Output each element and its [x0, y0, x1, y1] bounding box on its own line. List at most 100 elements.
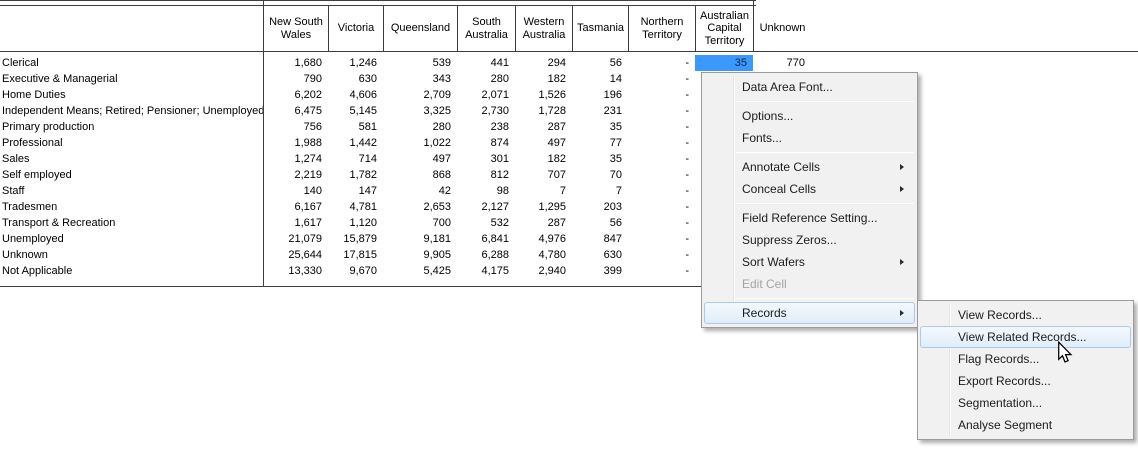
data-cell[interactable]: 9,181	[383, 231, 457, 247]
data-cell[interactable]: 539	[383, 55, 457, 71]
data-cell[interactable]: 2,127	[457, 199, 515, 215]
row-label-independent-means-retired-pensioner-unemployed[interactable]: Independent Means; Retired; Pensioner; U…	[0, 103, 263, 119]
data-cell[interactable]: 2,709	[383, 87, 457, 103]
menu-item-data-area-font[interactable]: Data Area Font...	[704, 76, 915, 98]
menu-item-suppress-zeros[interactable]: Suppress Zeros...	[704, 229, 915, 251]
data-cell[interactable]: 203	[572, 199, 628, 215]
data-cell[interactable]: 1,120	[328, 215, 383, 231]
data-cell[interactable]: -	[628, 151, 695, 167]
column-header-new-south-wales[interactable]: New South Wales	[263, 6, 328, 51]
data-cell[interactable]: 1,246	[328, 55, 383, 71]
menu-item-options[interactable]: Options...	[704, 105, 915, 127]
data-cell[interactable]: 196	[572, 87, 628, 103]
data-cell[interactable]: 15,879	[328, 231, 383, 247]
data-cell[interactable]: 707	[515, 167, 572, 183]
data-cell[interactable]: 343	[383, 71, 457, 87]
data-cell[interactable]: -	[628, 55, 695, 71]
data-cell[interactable]: 56	[572, 55, 628, 71]
data-cell[interactable]: 56	[572, 215, 628, 231]
data-cell[interactable]: 7	[572, 183, 628, 199]
menu-item-view-records[interactable]: View Records...	[920, 304, 1131, 326]
data-cell[interactable]: 847	[572, 231, 628, 247]
data-cell[interactable]: 1,442	[328, 135, 383, 151]
data-cell[interactable]: 497	[515, 135, 572, 151]
data-cell[interactable]: 1,295	[515, 199, 572, 215]
data-cell[interactable]: 714	[328, 151, 383, 167]
data-cell[interactable]: 497	[383, 151, 457, 167]
data-cell[interactable]: 35	[572, 119, 628, 135]
data-cell[interactable]: 280	[457, 71, 515, 87]
data-cell[interactable]: 1,274	[263, 151, 328, 167]
data-cell[interactable]: 25,644	[263, 247, 328, 263]
row-label-executive-managerial[interactable]: Executive & Managerial	[0, 71, 263, 87]
menu-item-conceal-cells[interactable]: Conceal Cells	[704, 178, 915, 200]
data-cell[interactable]: 9,670	[328, 263, 383, 279]
row-label-self-employed[interactable]: Self employed	[0, 167, 263, 183]
row-label-transport-recreation[interactable]: Transport & Recreation	[0, 215, 263, 231]
data-cell[interactable]: 287	[515, 119, 572, 135]
data-cell[interactable]: 182	[515, 71, 572, 87]
data-cell[interactable]: 17,815	[328, 247, 383, 263]
data-cell[interactable]: 70	[572, 167, 628, 183]
data-cell[interactable]: 98	[457, 183, 515, 199]
data-cell[interactable]: -	[628, 103, 695, 119]
data-cell[interactable]: 1,617	[263, 215, 328, 231]
data-cell[interactable]: 2,219	[263, 167, 328, 183]
data-cell[interactable]: 3,325	[383, 103, 457, 119]
data-cell[interactable]: 812	[457, 167, 515, 183]
data-cell[interactable]: 581	[328, 119, 383, 135]
data-cell[interactable]: 4,175	[457, 263, 515, 279]
data-cell[interactable]: 1,526	[515, 87, 572, 103]
data-cell[interactable]: -	[628, 183, 695, 199]
data-cell[interactable]: -	[628, 199, 695, 215]
row-label-sales[interactable]: Sales	[0, 151, 263, 167]
data-cell[interactable]: 2,653	[383, 199, 457, 215]
data-cell[interactable]: -	[628, 71, 695, 87]
menu-item-field-reference-setting[interactable]: Field Reference Setting...	[704, 207, 915, 229]
data-cell[interactable]: 6,841	[457, 231, 515, 247]
data-cell[interactable]: 2,730	[457, 103, 515, 119]
data-cell[interactable]: 6,202	[263, 87, 328, 103]
data-cell[interactable]: 770	[753, 55, 811, 71]
column-header-south-australia[interactable]: South Australia	[457, 6, 515, 51]
menu-item-records[interactable]: Records	[704, 302, 915, 324]
data-cell[interactable]: 9,905	[383, 247, 457, 263]
data-cell[interactable]: 532	[457, 215, 515, 231]
menu-item-annotate-cells[interactable]: Annotate Cells	[704, 156, 915, 178]
data-cell[interactable]: 301	[457, 151, 515, 167]
data-cell[interactable]: 4,976	[515, 231, 572, 247]
data-cell[interactable]: -	[628, 215, 695, 231]
menu-item-view-related-records[interactable]: View Related Records...	[920, 326, 1131, 348]
column-header-tasmania[interactable]: Tasmania	[572, 6, 628, 51]
data-cell[interactable]: 1,680	[263, 55, 328, 71]
data-cell[interactable]: 2,940	[515, 263, 572, 279]
data-cell[interactable]: 756	[263, 119, 328, 135]
data-cell[interactable]: 1,782	[328, 167, 383, 183]
data-cell[interactable]: 1,988	[263, 135, 328, 151]
data-cell[interactable]: 147	[328, 183, 383, 199]
data-cell[interactable]: -	[628, 119, 695, 135]
menu-item-sort-wafers[interactable]: Sort Wafers	[704, 251, 915, 273]
data-cell[interactable]: 231	[572, 103, 628, 119]
data-cell[interactable]: 21,079	[263, 231, 328, 247]
column-header-queensland[interactable]: Queensland	[383, 6, 457, 51]
data-cell[interactable]: -	[628, 135, 695, 151]
row-label-unemployed[interactable]: Unemployed	[0, 231, 263, 247]
data-cell[interactable]: 5,425	[383, 263, 457, 279]
row-label-unknown[interactable]: Unknown	[0, 247, 263, 263]
menu-item-segmentation[interactable]: Segmentation...	[920, 392, 1131, 414]
selected-cell[interactable]: 35	[695, 55, 753, 71]
data-cell[interactable]: 6,167	[263, 199, 328, 215]
menu-item-flag-records[interactable]: Flag Records...	[920, 348, 1131, 370]
data-cell[interactable]: 7	[515, 183, 572, 199]
data-cell[interactable]: 2,071	[457, 87, 515, 103]
data-cell[interactable]: -	[628, 247, 695, 263]
menu-item-fonts[interactable]: Fonts...	[704, 127, 915, 149]
column-header-unknown[interactable]: Unknown	[753, 6, 811, 51]
row-label-not-applicable[interactable]: Not Applicable	[0, 263, 263, 279]
data-cell[interactable]: -	[628, 87, 695, 103]
data-cell[interactable]: 182	[515, 151, 572, 167]
menu-item-analyse-segment[interactable]: Analyse Segment	[920, 414, 1131, 436]
data-cell[interactable]: 630	[328, 71, 383, 87]
column-header-victoria[interactable]: Victoria	[328, 6, 383, 51]
